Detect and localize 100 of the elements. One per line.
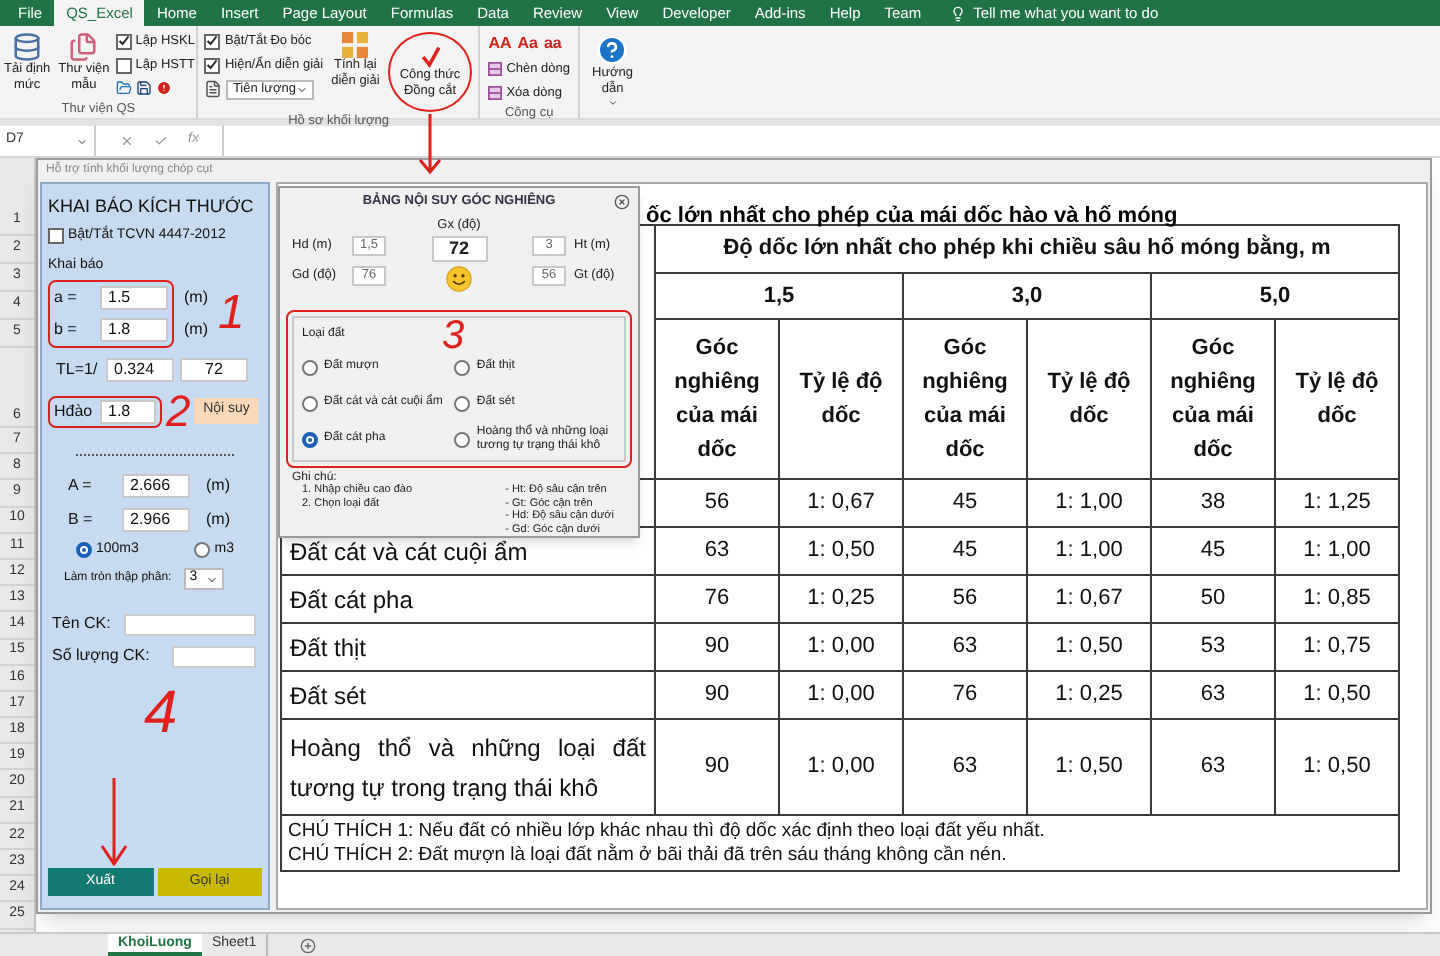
- caret-icon: [607, 98, 618, 108]
- table-cell: 90: [655, 671, 779, 719]
- number-field[interactable]: 2.966: [122, 507, 190, 531]
- table-cell: 38: [1151, 479, 1275, 527]
- annotation-number: 3: [442, 315, 465, 355]
- field-label: B =: [68, 507, 95, 531]
- number-field[interactable]: 1.5: [100, 285, 168, 309]
- documents-icon: [68, 32, 99, 62]
- lightbulb-icon: [949, 5, 966, 21]
- checkbox[interactable]: [48, 227, 64, 244]
- radio-button[interactable]: [302, 359, 318, 375]
- table-cell: 63: [1151, 719, 1275, 815]
- unit-label: (m): [206, 507, 230, 532]
- field-label: TL=1/: [56, 357, 100, 381]
- table-cell: 1: 0,67: [1027, 575, 1151, 623]
- table-header: Tỷ lệ độ dốc: [779, 319, 903, 479]
- angle-field[interactable]: 72: [180, 357, 248, 381]
- annotation-number: 1: [218, 289, 245, 337]
- note-text: CHÚ THÍCH 2: Đất mượn là loại đất nằm ở bãi thải đã trên sáu tháng không cần nén.: [288, 843, 1009, 866]
- checkbox[interactable]: [115, 57, 132, 74]
- table-cell: 1: 0,00: [779, 671, 903, 719]
- field-label: A =: [68, 473, 94, 497]
- table-title: ốc lớn nhất cho phép của mái dốc hào và hố móng: [646, 204, 1178, 228]
- table-cell: 1: 0,67: [779, 479, 903, 527]
- checkbox[interactable]: [204, 33, 221, 50]
- angle-field[interactable]: 72: [431, 236, 487, 263]
- table-cell: 50: [1151, 575, 1275, 623]
- table-cell: 1: 0,85: [1275, 575, 1399, 623]
- table-header: Độ dốc lớn nhất cho phép khi chiều sâu hố móng bằng, m: [655, 225, 1399, 273]
- help-icon: [596, 34, 629, 66]
- folder-icon[interactable]: [115, 79, 132, 95]
- add-sheet-icon[interactable]: [300, 937, 317, 953]
- table-cell: 1: 0,50: [1027, 623, 1151, 671]
- radio-button[interactable]: [454, 395, 471, 411]
- save-icon[interactable]: [135, 79, 152, 95]
- text-case-button[interactable]: Aa: [517, 32, 538, 56]
- annotation-arrow: [100, 778, 128, 866]
- table-cell: 1: 0,25: [779, 575, 903, 623]
- table-cell: 1: 0,25: [1027, 671, 1151, 719]
- table-cell: 53: [1151, 623, 1275, 671]
- document-icon: [204, 80, 223, 98]
- table-header: 1,5: [655, 273, 903, 319]
- caret-icon: [76, 135, 88, 147]
- table-cell: Đất thịt: [281, 623, 655, 671]
- table-header: 3,0: [903, 273, 1151, 319]
- radio-button[interactable]: [302, 431, 318, 447]
- smiley-icon: [446, 266, 472, 293]
- field-label: Hđào: [54, 399, 94, 423]
- table-cell: 63: [655, 527, 779, 575]
- unit-label: (m): [184, 285, 208, 310]
- caret-icon: [296, 83, 309, 95]
- enter-icon[interactable]: [154, 134, 168, 148]
- database-icon: [12, 32, 43, 62]
- number-field[interactable]: 1.8: [100, 399, 156, 423]
- table-header: Góc nghiêng của mái dốc: [903, 319, 1027, 479]
- radio-button[interactable]: [454, 431, 471, 447]
- table-cell: 1: 0,50: [779, 527, 903, 575]
- table-header: 5,0: [1151, 273, 1399, 319]
- table-row-icon: [488, 86, 503, 101]
- table-cell: 90: [655, 719, 779, 815]
- table-cell: 1: 0,50: [1027, 719, 1151, 815]
- radio-button[interactable]: [302, 395, 318, 411]
- table-cell: 1: 0,50: [1275, 671, 1399, 719]
- text-case-button[interactable]: AA: [488, 32, 512, 56]
- table-cell: 76: [655, 575, 779, 623]
- text-field[interactable]: [172, 645, 256, 667]
- checkbox[interactable]: [115, 33, 132, 50]
- table-cell: 1: 1,25: [1275, 479, 1399, 527]
- radio-button[interactable]: [454, 359, 471, 375]
- annotation-arrow: [418, 114, 442, 174]
- table-cell: 1: 0,00: [779, 719, 903, 815]
- number-field[interactable]: 2.666: [122, 473, 190, 497]
- number-field[interactable]: 0.324: [106, 357, 174, 381]
- grid-icon: [342, 32, 369, 58]
- table-cell: 56: [903, 575, 1027, 623]
- unit-label: (m): [184, 317, 208, 342]
- table-cell: Hoàng thổ và những loại đất tương tự trong trạng thái khô: [281, 719, 655, 815]
- note-text: CHÚ THÍCH 1: Nếu đất có nhiều lớp khác nhau thì độ dốc xác định theo loại đất yếu nhất.: [288, 820, 1047, 843]
- table-cell: 76: [903, 671, 1027, 719]
- text-case-button[interactable]: aa: [543, 32, 562, 56]
- table-cell: 90: [655, 623, 779, 671]
- table-header: Tỷ lệ độ dốc: [1275, 319, 1399, 479]
- annotation-number: 2: [166, 389, 191, 433]
- table-cell: 56: [655, 479, 779, 527]
- field-label: b =: [54, 317, 79, 341]
- table-cell: 1: 1,00: [1027, 479, 1151, 527]
- table-cell: 45: [903, 527, 1027, 575]
- table-cell: Đất sét: [281, 671, 655, 719]
- close-icon[interactable]: [614, 193, 630, 210]
- checkbox[interactable]: [204, 57, 221, 74]
- number-field[interactable]: 1.8: [100, 317, 168, 341]
- table-cell: 63: [1151, 671, 1275, 719]
- field-label: Số lượng CK:: [52, 644, 152, 668]
- alert-icon[interactable]: [155, 79, 172, 95]
- radio-button[interactable]: [75, 541, 92, 558]
- radio-button[interactable]: [194, 541, 211, 558]
- cancel-icon[interactable]: [120, 134, 134, 148]
- field-label: a =: [54, 285, 79, 309]
- text-field[interactable]: [124, 613, 256, 635]
- caret-icon: [205, 573, 218, 585]
